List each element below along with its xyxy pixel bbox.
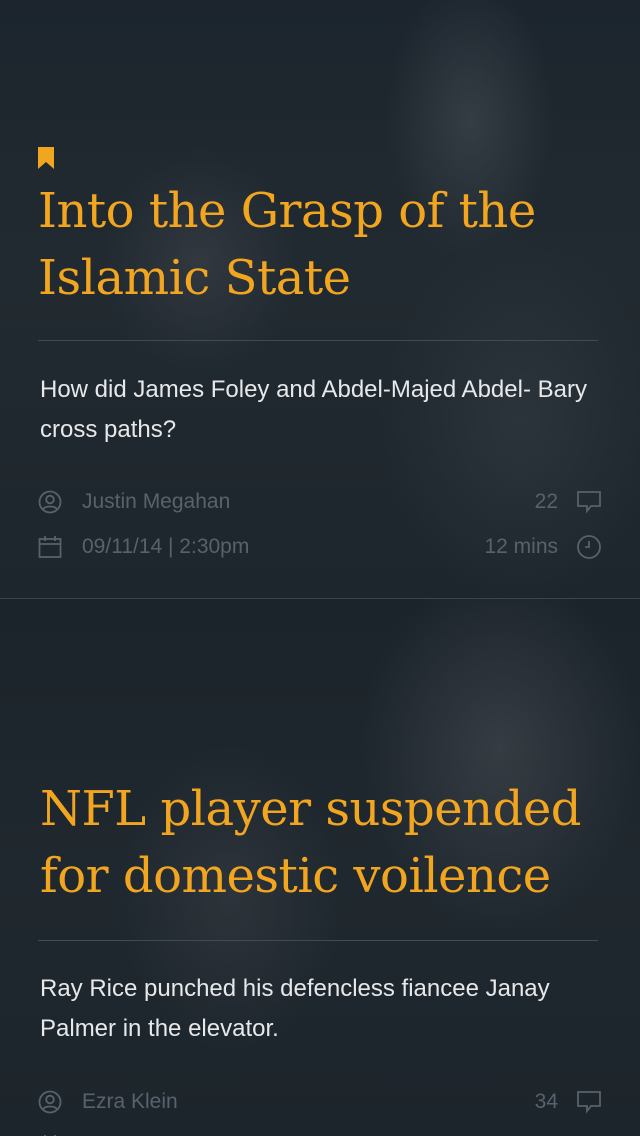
article-card[interactable]: Into the Grasp of the Islamic State How …: [0, 0, 640, 598]
author-name[interactable]: Ezra Klein: [82, 1090, 178, 1114]
title-divider: [38, 340, 598, 341]
article-title[interactable]: Into the Grasp of the Islamic State: [38, 178, 618, 312]
title-divider: [38, 940, 598, 941]
comment-icon[interactable]: [576, 489, 602, 515]
article-title[interactable]: NFL player suspended for domestic voilen…: [40, 776, 620, 910]
calendar-icon: [38, 536, 62, 558]
article-feed: Into the Grasp of the Islamic State How …: [0, 0, 640, 1136]
read-time: 12 mins: [484, 535, 558, 558]
meta-row-date: [38, 1131, 602, 1136]
user-icon: [38, 490, 62, 514]
meta-row-author: Justin Megahan 22: [38, 487, 602, 517]
comment-count: 34: [534, 1090, 558, 1113]
user-icon: [38, 1090, 62, 1114]
article-summary: Ray Rice punched his defencless fiancee …: [40, 975, 550, 1042]
comment-count: 22: [534, 490, 558, 513]
meta-row-author: Ezra Klein 34: [38, 1087, 602, 1117]
meta-row-date: 09/11/14 | 2:30pm 12 mins: [38, 532, 602, 562]
article-summary: How did James Foley and Abdel-Majed Abde…: [40, 376, 587, 443]
bookmark-icon[interactable]: [38, 147, 54, 169]
article-card[interactable]: NFL player suspended for domestic voilen…: [0, 599, 640, 1136]
publish-date: 09/11/14 | 2:30pm: [82, 535, 250, 558]
clock-icon: [577, 535, 601, 559]
author-name[interactable]: Justin Megahan: [82, 490, 230, 514]
comment-icon[interactable]: [576, 1089, 602, 1115]
